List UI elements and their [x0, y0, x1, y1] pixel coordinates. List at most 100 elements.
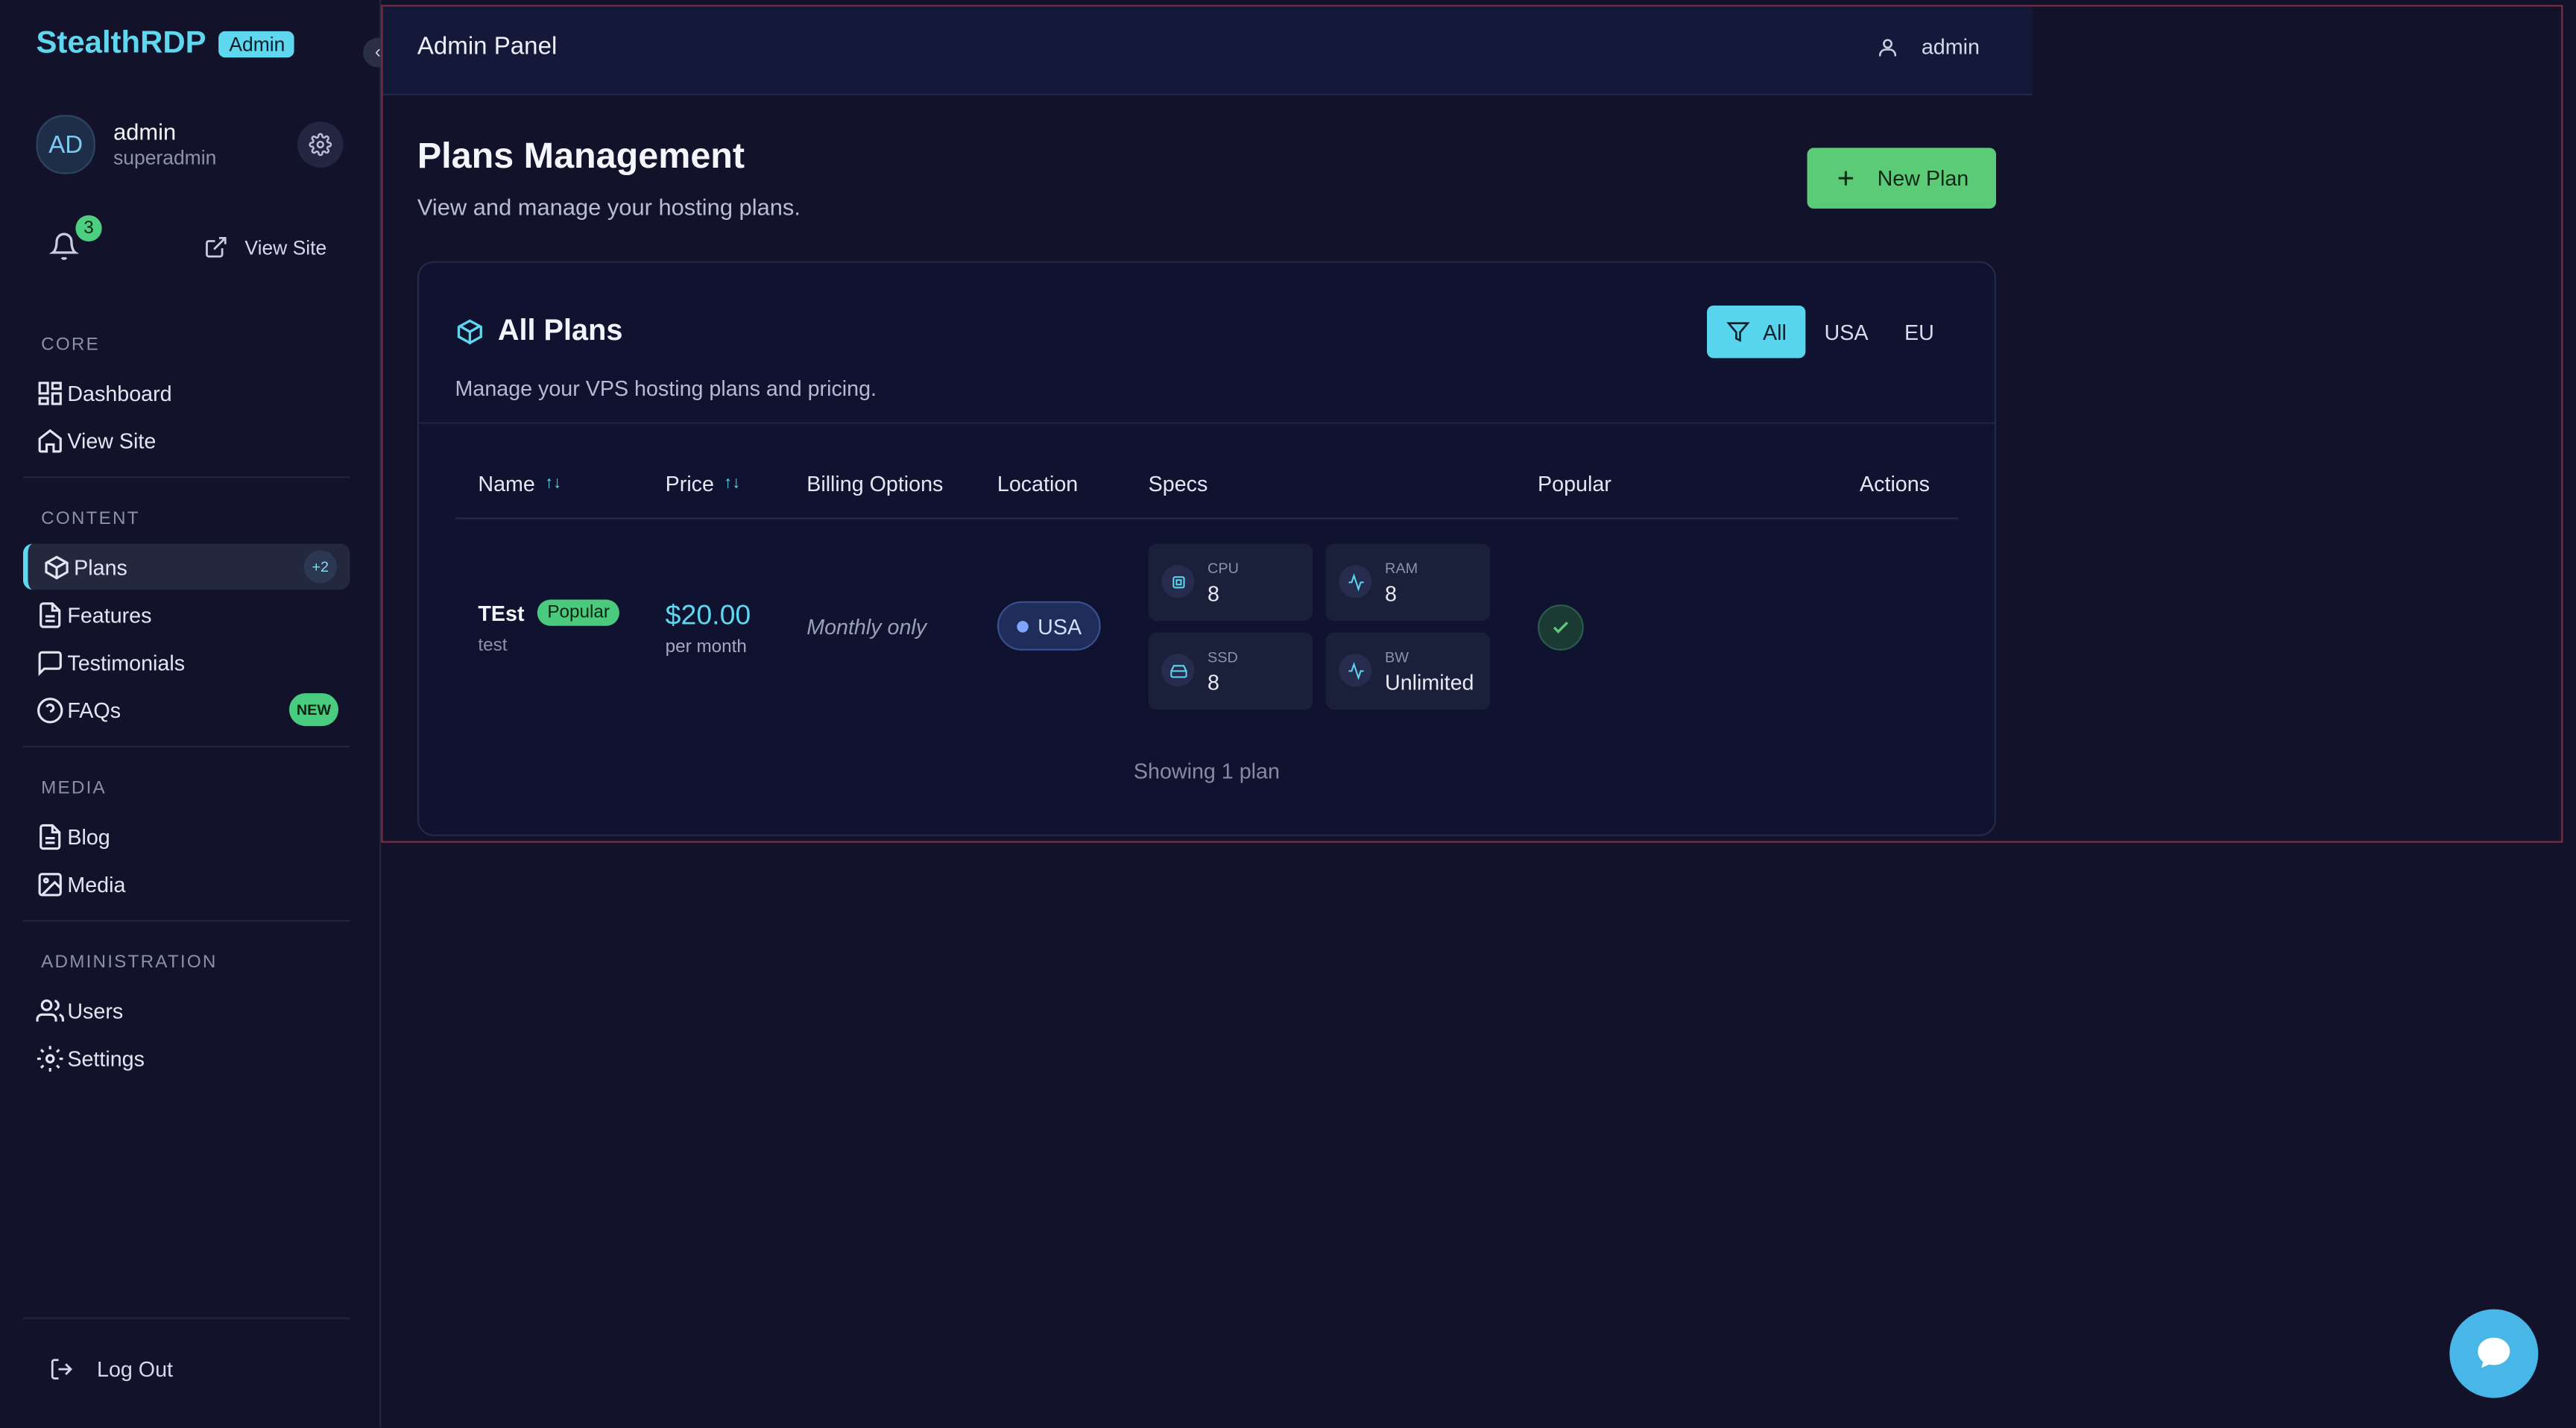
- filter-icon: [1726, 320, 1750, 344]
- spec-cpu: CPU 8: [1148, 543, 1313, 622]
- location-badge: USA: [997, 601, 1101, 651]
- user-menu[interactable]: admin: [1875, 34, 1980, 59]
- external-link-icon: [203, 235, 228, 259]
- section-administration: ADMINISTRATION: [41, 952, 218, 973]
- activity-icon: [1339, 654, 1372, 687]
- notifications-button[interactable]: [49, 232, 82, 265]
- user-name: admin: [113, 118, 177, 145]
- sort-icon: ↑↓: [724, 474, 741, 493]
- sidebar-item-testimonials[interactable]: Testimonials: [36, 641, 185, 683]
- divider: [22, 476, 350, 478]
- sidebar-item-features[interactable]: Features: [36, 593, 151, 636]
- image-icon: [36, 870, 63, 897]
- view-site-link[interactable]: View Site: [203, 235, 326, 259]
- user-icon: [1875, 35, 1898, 58]
- brand[interactable]: StealthRDP Admin: [36, 26, 295, 62]
- view-site-label: View Site: [244, 236, 327, 259]
- popular-badge: Popular: [537, 599, 620, 626]
- location-label: USA: [1038, 613, 1082, 639]
- divider: [22, 745, 350, 748]
- sidebar-item-label: Testimonials: [67, 649, 186, 674]
- sidebar-item-settings[interactable]: Settings: [36, 1037, 145, 1079]
- sort-icon: ↑↓: [545, 474, 562, 493]
- file-text-icon: [36, 822, 63, 850]
- chat-widget-button[interactable]: [2449, 1309, 2539, 1398]
- sidebar-item-faqs[interactable]: FAQs NEW: [36, 689, 339, 731]
- page-subtitle: View and manage your hosting plans.: [417, 194, 801, 221]
- column-header-name[interactable]: Name ↑↓: [478, 472, 561, 496]
- gear-icon: [309, 133, 332, 157]
- divider: [22, 1317, 350, 1319]
- plan-price: $20.00: [665, 599, 751, 631]
- column-header-specs: Specs: [1148, 471, 1208, 496]
- filter-all-label: All: [1762, 319, 1787, 344]
- bell-icon: [49, 232, 82, 262]
- sidebar-item-view-site[interactable]: View Site: [36, 419, 156, 461]
- spec-value: Unlimited: [1385, 670, 1474, 695]
- table-footer-count: Showing 1 plan: [1133, 759, 1280, 784]
- sidebar-item-label: Dashboard: [67, 380, 172, 405]
- user-role: superadmin: [113, 146, 217, 170]
- billing-options: Monthly only: [806, 614, 927, 639]
- spec-label: SSD: [1208, 648, 1238, 666]
- sidebar-item-dashboard[interactable]: Dashboard: [36, 371, 172, 414]
- popular-toggle[interactable]: [1538, 604, 1584, 651]
- logout-button[interactable]: Log Out: [49, 1357, 173, 1382]
- cpu-icon: [1161, 565, 1195, 598]
- sidebar-item-media[interactable]: Media: [36, 862, 125, 905]
- package-icon: [455, 316, 485, 346]
- column-header-price[interactable]: Price ↑↓: [666, 472, 741, 496]
- package-icon: [42, 553, 70, 581]
- sidebar-item-blog[interactable]: Blog: [36, 815, 110, 857]
- notification-count-badge: 3: [75, 215, 102, 242]
- activity-icon: [1339, 565, 1372, 598]
- sidebar-item-label: FAQs: [67, 697, 121, 722]
- filter-eu-button[interactable]: EU: [1887, 306, 1952, 358]
- file-text-icon: [36, 601, 63, 628]
- column-header-popular: Popular: [1538, 471, 1611, 496]
- gear-icon: [36, 1044, 63, 1072]
- sidebar-item-plans[interactable]: Plans +2: [22, 543, 350, 590]
- dashboard-icon: [36, 379, 63, 406]
- hard-drive-icon: [1161, 654, 1195, 687]
- spec-value: 8: [1208, 670, 1219, 695]
- chat-bubble-icon: [2472, 1333, 2515, 1375]
- spec-value: 8: [1208, 581, 1219, 607]
- spec-label: CPU: [1208, 560, 1239, 577]
- card-subtitle: Manage your VPS hosting plans and pricin…: [455, 376, 877, 401]
- sidebar-item-label: Features: [67, 601, 152, 627]
- logout-label: Log Out: [97, 1356, 174, 1382]
- sidebar: StealthRDP Admin AD admin superadmin 3 V…: [0, 0, 382, 1428]
- new-badge: NEW: [288, 693, 339, 727]
- home-icon: [36, 426, 63, 454]
- column-header-actions: Actions: [1860, 471, 1931, 496]
- divider: [419, 422, 1995, 424]
- sidebar-item-users[interactable]: Users: [36, 989, 123, 1031]
- user-profile: AD admin superadmin: [36, 115, 344, 174]
- sidebar-item-label: Blog: [67, 824, 110, 849]
- users-icon: [36, 996, 64, 1024]
- column-header-location: Location: [997, 471, 1079, 496]
- profile-settings-button[interactable]: [297, 121, 344, 168]
- sidebar-item-label: View Site: [67, 428, 157, 453]
- message-square-icon: [36, 648, 63, 676]
- logout-icon: [49, 1357, 74, 1382]
- spec-value: 8: [1385, 581, 1398, 607]
- user-menu-label: admin: [1921, 34, 1980, 60]
- divider: [22, 920, 350, 922]
- plus-icon: [1834, 168, 1856, 189]
- spec-ram: RAM 8: [1325, 543, 1491, 622]
- filter-usa-button[interactable]: USA: [1806, 306, 1886, 358]
- plan-name-cell: TEst Popular: [478, 599, 620, 626]
- header-divider: [455, 517, 1959, 519]
- section-media: MEDIA: [41, 778, 107, 799]
- new-plan-button[interactable]: New Plan: [1807, 148, 1996, 209]
- avatar[interactable]: AD: [36, 115, 95, 174]
- spec-label: RAM: [1385, 560, 1418, 577]
- column-header-label: Price: [665, 471, 714, 496]
- filter-all-button[interactable]: All: [1707, 305, 1807, 358]
- location-dot-icon: [1016, 620, 1028, 632]
- plans-count-badge: +2: [303, 550, 337, 584]
- check-icon: [1551, 618, 1570, 637]
- column-header-billing: Billing Options: [806, 471, 944, 496]
